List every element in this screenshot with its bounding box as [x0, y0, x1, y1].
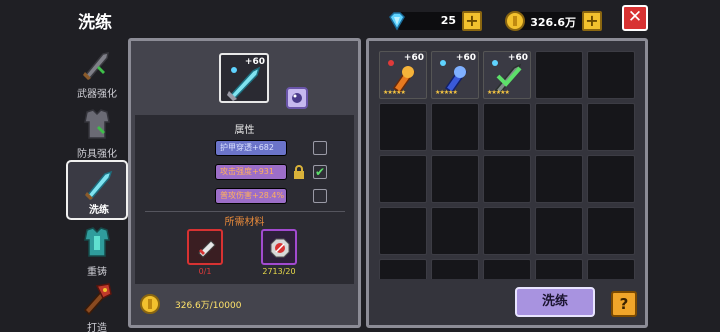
material-slot[interactable]: [261, 229, 297, 265]
empty-slot[interactable]: [483, 103, 531, 151]
page-title: 洗练: [78, 13, 112, 33]
empty-slot[interactable]: [535, 259, 583, 279]
armor-icon: [84, 109, 110, 139]
teal-armor-icon: [84, 227, 110, 257]
empty-slot[interactable]: [379, 103, 427, 151]
tab-refine[interactable]: 洗练: [66, 160, 128, 220]
attribute-lock-checkbox[interactable]: [313, 141, 327, 155]
star-rating: ★★★★★: [487, 89, 510, 96]
empty-slot[interactable]: [535, 155, 583, 203]
padlock-icon: [294, 165, 304, 179]
gem-count: 25: [440, 14, 456, 27]
star-rating: ★★★★★: [435, 89, 458, 96]
add-gems-button[interactable]: +: [462, 11, 482, 31]
gold-count: 326.6万: [530, 16, 576, 29]
close-button[interactable]: ✕: [622, 5, 648, 31]
attributes-section: 属性 护甲穿透+682 攻击强度+931 ✔ 普攻伤害+28.4% 所需材料 0…: [135, 115, 354, 284]
inventory-item[interactable]: +60 ★★★★★: [431, 51, 479, 99]
star-rating: ★★★★★: [383, 89, 406, 96]
tab-label: 洗练: [89, 205, 109, 216]
scroll-icon: [198, 240, 216, 258]
empty-slot[interactable]: [483, 259, 531, 279]
cost-display: 326.6万/10000: [139, 293, 241, 315]
attribute-lock-checkbox[interactable]: ✔: [313, 165, 327, 179]
tab-label: 防具强化: [77, 149, 117, 160]
add-gold-button[interactable]: +: [582, 11, 602, 31]
empty-slot[interactable]: [587, 155, 635, 203]
hammer-icon: [83, 283, 112, 316]
tab-label: 武器强化: [77, 89, 117, 100]
material-count: 0/1: [198, 267, 212, 276]
empty-slot[interactable]: [483, 207, 531, 255]
tab-forge[interactable]: 打造: [66, 276, 128, 332]
item-level: +60: [403, 53, 424, 63]
tab-label: 打造: [87, 323, 107, 332]
material-slot[interactable]: [187, 229, 223, 265]
coin-icon: [505, 11, 525, 31]
selected-weapon-slot[interactable]: +60: [219, 53, 269, 103]
item-level: +60: [507, 53, 528, 63]
diamond-icon: [389, 12, 405, 31]
item-level: +60: [455, 53, 476, 63]
empty-slot[interactable]: [535, 51, 583, 99]
crystal-sword-icon: [227, 66, 261, 101]
empty-slot[interactable]: [379, 155, 427, 203]
inventory-panel: +60 ★★★★★ +60 ★★★★★ +60 ★★★★★ 洗练 ?: [366, 38, 648, 328]
attribute-row: 护甲穿透+682: [215, 140, 287, 156]
empty-slot[interactable]: [379, 207, 427, 255]
empty-slot[interactable]: [587, 207, 635, 255]
empty-slot[interactable]: [535, 207, 583, 255]
empty-slot[interactable]: [483, 155, 531, 203]
lock-toggle-button[interactable]: [286, 87, 308, 109]
inventory-grid: +60 ★★★★★ +60 ★★★★★ +60 ★★★★★: [375, 47, 639, 279]
empty-slot[interactable]: [587, 259, 635, 279]
refine-button[interactable]: 洗练: [515, 287, 595, 317]
refine-panel: +60 属性 护甲穿透+682 攻击强度+931 ✔ 普攻伤害+28.4% 所需…: [128, 38, 361, 328]
empty-slot[interactable]: [431, 259, 479, 279]
material-count: 2713/20: [262, 267, 296, 276]
divider: [145, 211, 345, 212]
attributes-title: 属性: [234, 125, 255, 136]
empty-slot[interactable]: [431, 103, 479, 151]
crystal-sword-icon: [85, 170, 113, 201]
help-button[interactable]: ?: [611, 291, 637, 317]
empty-slot[interactable]: [379, 259, 427, 279]
empty-slot[interactable]: [587, 103, 635, 151]
gold-counter: 326.6万 +: [505, 11, 602, 31]
sword-icon: [83, 52, 109, 81]
weapon-level: +60: [244, 57, 265, 67]
gem-counter: 25 +: [389, 11, 482, 31]
attribute-lock-checkbox[interactable]: [313, 189, 327, 203]
empty-slot[interactable]: [431, 207, 479, 255]
tab-reforge[interactable]: 重铸: [66, 220, 128, 280]
refine-stone-icon: [270, 238, 290, 258]
empty-slot[interactable]: [535, 103, 583, 151]
tab-armor-enhance[interactable]: 防具强化: [66, 102, 128, 162]
inventory-item[interactable]: +60 ★★★★★: [379, 51, 427, 99]
inventory-item[interactable]: +60 ★★★★★: [483, 51, 531, 99]
empty-slot[interactable]: [587, 51, 635, 99]
tab-weapon-enhance[interactable]: 武器强化: [66, 42, 128, 102]
coin-icon: [140, 294, 160, 314]
orb-icon: [292, 93, 302, 103]
materials-title: 所需材料: [224, 217, 265, 228]
empty-slot[interactable]: [431, 155, 479, 203]
cost-text: 326.6万/10000: [175, 301, 242, 311]
attribute-row: 攻击强度+931: [215, 164, 287, 180]
attribute-row: 普攻伤害+28.4%: [215, 188, 287, 204]
